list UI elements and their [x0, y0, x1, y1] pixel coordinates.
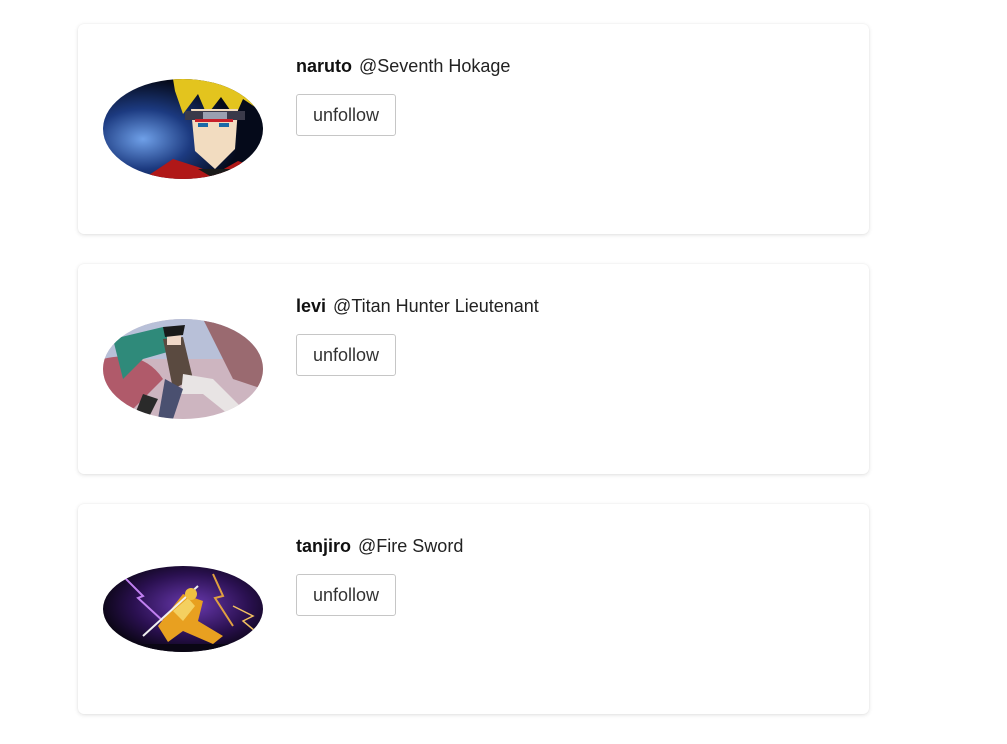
avatar: [103, 566, 263, 652]
username[interactable]: naruto: [296, 56, 352, 76]
name-line: tanjiro @Fire Sword: [296, 534, 463, 558]
user-handle: @Seventh Hokage: [359, 56, 511, 76]
followed-users-list: naruto @Seventh Hokage unfollow levi @Ti…: [78, 24, 869, 744]
user-card-tanjiro: tanjiro @Fire Sword unfollow: [78, 504, 869, 714]
unfollow-button[interactable]: unfollow: [296, 94, 397, 136]
avatar-image: [103, 79, 263, 179]
avatar: [103, 319, 263, 419]
name-line: levi @Titan Hunter Lieutenant: [296, 294, 539, 318]
user-card-levi: levi @Titan Hunter Lieutenant unfollow: [78, 264, 869, 474]
username[interactable]: levi: [296, 296, 326, 316]
unfollow-button[interactable]: unfollow: [296, 574, 397, 616]
user-info: levi @Titan Hunter Lieutenant unfollow: [296, 294, 539, 376]
user-info: naruto @Seventh Hokage unfollow: [296, 54, 510, 136]
user-handle: @Titan Hunter Lieutenant: [333, 296, 539, 316]
unfollow-button[interactable]: unfollow: [296, 334, 397, 376]
avatar-image: [103, 566, 263, 652]
user-info: tanjiro @Fire Sword unfollow: [296, 534, 463, 616]
name-line: naruto @Seventh Hokage: [296, 54, 510, 78]
avatar-image: [103, 319, 263, 419]
user-handle: @Fire Sword: [358, 536, 464, 556]
username[interactable]: tanjiro: [296, 536, 351, 556]
avatar: [103, 79, 263, 179]
user-card-naruto: naruto @Seventh Hokage unfollow: [78, 24, 869, 234]
